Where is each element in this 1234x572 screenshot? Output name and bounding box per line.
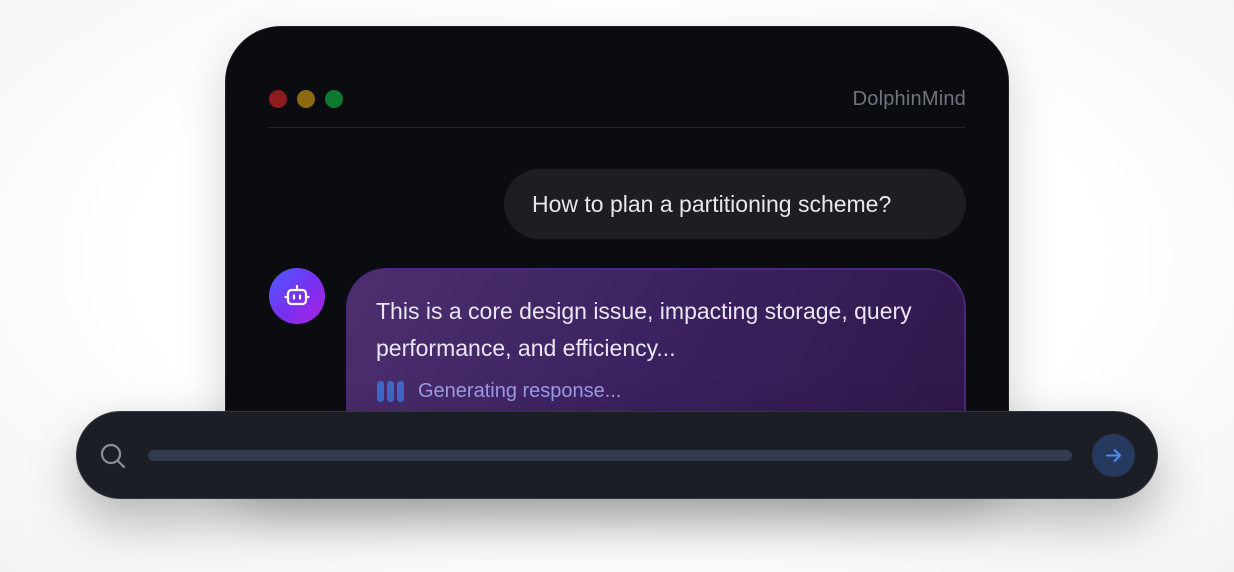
message-input-bar bbox=[76, 411, 1158, 499]
message-input[interactable] bbox=[148, 450, 1072, 461]
maximize-window-button[interactable] bbox=[325, 90, 343, 108]
app-title: DolphinMind bbox=[852, 88, 966, 110]
title-bar: DolphinMind bbox=[269, 88, 966, 128]
generating-status-text: Generating response... bbox=[418, 379, 622, 402]
user-message-bubble: How to plan a partitioning scheme? bbox=[504, 169, 966, 239]
minimize-window-button[interactable] bbox=[297, 90, 315, 108]
send-button[interactable] bbox=[1092, 434, 1135, 477]
search-icon bbox=[100, 443, 126, 469]
arrow-right-icon bbox=[1106, 449, 1121, 462]
loading-bars-icon bbox=[377, 380, 404, 402]
assistant-avatar bbox=[269, 268, 325, 324]
generating-indicator: Generating response... bbox=[377, 380, 621, 402]
assistant-message-text: This is a core design issue, impacting s… bbox=[376, 298, 912, 361]
close-window-button[interactable] bbox=[269, 90, 287, 108]
robot-icon bbox=[284, 284, 310, 306]
